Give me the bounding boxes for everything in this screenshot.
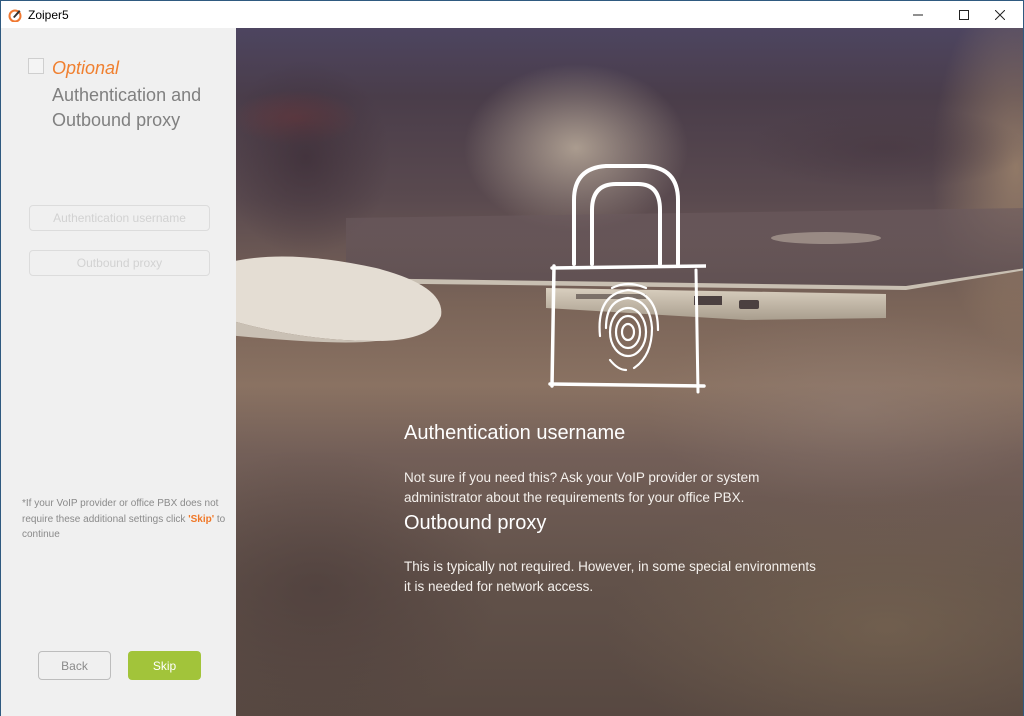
zoiper-logo-icon xyxy=(8,9,22,22)
back-button[interactable]: Back xyxy=(38,651,111,680)
skip-note: *If your VoIP provider or office PBX doe… xyxy=(22,496,227,543)
app-window: Zoiper5 Optional Authentication and Outb… xyxy=(0,0,1024,716)
title-bar: Zoiper5 xyxy=(1,1,1023,28)
outbound-proxy-field[interactable]: Outbound proxy xyxy=(29,250,210,276)
wizard-sidebar: Optional Authentication and Outbound pro… xyxy=(1,28,236,716)
skip-note-highlight: 'Skip' xyxy=(188,513,215,525)
padlock-fingerprint-icon xyxy=(548,164,706,394)
hero-panel: Authentication username Not sure if you … xyxy=(236,28,1023,716)
step-title: Authentication and Outbound proxy xyxy=(52,85,202,130)
skip-button[interactable]: Skip xyxy=(128,651,201,680)
authentication-username-field[interactable]: Authentication username xyxy=(29,205,210,231)
minimize-button[interactable] xyxy=(895,1,941,28)
step-optional-label: Optional xyxy=(52,58,120,78)
auth-username-heading: Authentication username xyxy=(404,422,626,444)
outbound-proxy-description: This is typically not required. However,… xyxy=(404,559,816,594)
outbound-proxy-heading: Outbound proxy xyxy=(404,512,547,534)
close-button[interactable] xyxy=(977,1,1023,28)
window-title: Zoiper5 xyxy=(28,8,69,22)
minimize-icon xyxy=(913,14,923,15)
auth-username-description: Not sure if you need this? Ask your VoIP… xyxy=(404,470,760,505)
mouse-background-image xyxy=(236,256,442,343)
close-icon xyxy=(995,9,1005,20)
maximize-icon xyxy=(959,9,969,20)
step-checkbox[interactable] xyxy=(28,58,44,74)
